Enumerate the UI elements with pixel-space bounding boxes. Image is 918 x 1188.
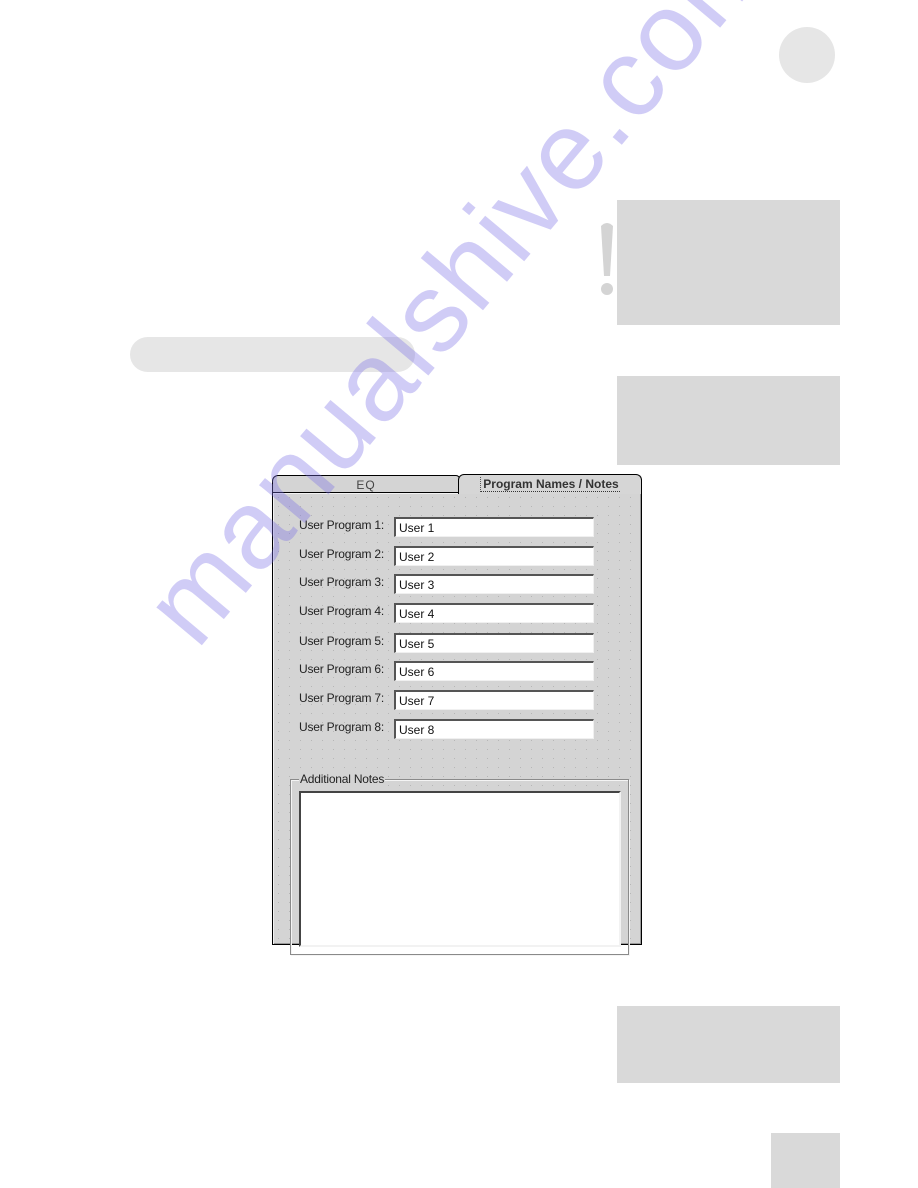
tab-panel: User Program 1: User Program 2: User Pro… <box>272 492 642 955</box>
tab-program-names-notes-label: Program Names / Notes <box>480 477 620 492</box>
tab-eq[interactable]: EQ <box>272 475 460 493</box>
program-name-input-8[interactable] <box>394 719 594 739</box>
program-row: User Program 3: <box>299 574 599 594</box>
tab-eq-label: EQ <box>356 478 376 492</box>
program-name-input-2[interactable] <box>394 546 594 566</box>
program-settings-dialog: EQ Program Names / Notes User Program 1:… <box>272 474 642 955</box>
tab-program-names-notes[interactable]: Program Names / Notes <box>458 474 642 494</box>
program-row: User Program 4: <box>299 603 599 623</box>
page-corner-circle <box>779 27 835 83</box>
additional-notes-legend: Additional Notes <box>299 772 386 786</box>
program-label: User Program 6: <box>299 662 385 676</box>
additional-notes-textarea[interactable] <box>299 791 621 947</box>
program-row: User Program 6: <box>299 661 599 681</box>
program-name-input-3[interactable] <box>394 574 594 594</box>
program-row: User Program 2: <box>299 546 599 566</box>
program-label: User Program 2: <box>299 547 385 561</box>
program-row: User Program 7: <box>299 690 599 710</box>
program-label: User Program 1: <box>299 518 385 532</box>
page-number-box <box>771 1133 840 1188</box>
program-label: User Program 4: <box>299 604 385 618</box>
sidebar-note-box <box>617 200 840 325</box>
program-label: User Program 5: <box>299 634 385 648</box>
section-heading-pill <box>130 337 415 372</box>
program-label: User Program 7: <box>299 691 385 705</box>
warning-exclamation-icon <box>601 223 613 295</box>
sidebar-note-box <box>617 1006 840 1083</box>
program-name-input-5[interactable] <box>394 633 594 653</box>
program-name-input-7[interactable] <box>394 690 594 710</box>
program-name-input-4[interactable] <box>394 603 594 623</box>
program-row: User Program 1: <box>299 517 599 537</box>
program-row: User Program 8: <box>299 719 599 739</box>
program-label: User Program 3: <box>299 575 385 589</box>
program-name-input-6[interactable] <box>394 661 594 681</box>
sidebar-note-box <box>617 376 840 465</box>
program-row: User Program 5: <box>299 633 599 653</box>
program-name-input-1[interactable] <box>394 517 594 537</box>
additional-notes-group: Additional Notes <box>290 772 629 955</box>
program-label: User Program 8: <box>299 720 385 734</box>
